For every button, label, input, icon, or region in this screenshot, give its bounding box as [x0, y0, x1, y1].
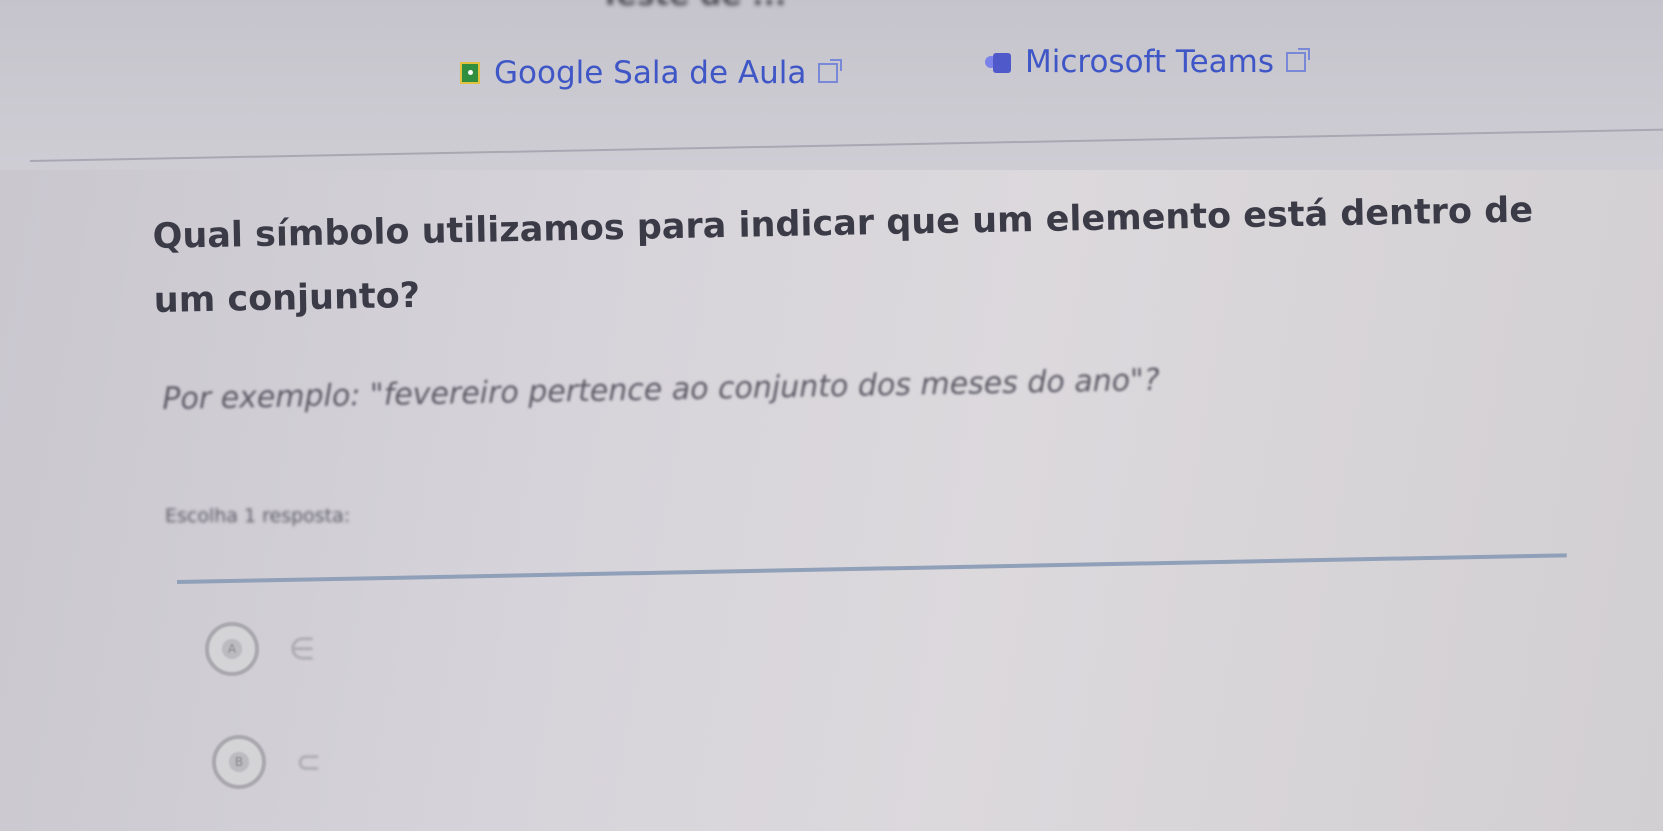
option-letter-b: B [234, 755, 244, 769]
option-symbol-b: ⊂ [296, 744, 322, 780]
radio-button-a[interactable]: A [205, 622, 259, 676]
external-link-icon [1286, 48, 1311, 72]
question-example: Por exemplo: "fevereiro pertence ao conj… [162, 362, 1161, 417]
external-link-icon [818, 59, 843, 83]
google-classroom-link[interactable]: Google Sala de Aula [460, 55, 843, 91]
answer-option-b[interactable]: B ⊂ [212, 735, 321, 789]
option-symbol-a: ∈ [289, 631, 316, 667]
option-letter-a: A [227, 642, 237, 656]
answers-divider [176, 553, 1567, 584]
microsoft-teams-label: Microsoft Teams [1025, 44, 1275, 80]
microsoft-teams-link[interactable]: Microsoft Teams [985, 44, 1311, 80]
answer-option-a[interactable]: A ∈ [205, 622, 315, 676]
teams-icon-square [993, 53, 1011, 73]
page-title: Teste de ... [600, 0, 1060, 12]
microsoft-teams-icon [985, 50, 1013, 74]
radio-button-b[interactable]: B [212, 735, 266, 789]
google-classroom-label: Google Sala de Aula [494, 55, 807, 91]
google-classroom-icon [460, 62, 480, 84]
answer-instruction: Escolha 1 resposta: [165, 505, 351, 527]
question-text: Qual símbolo utilizamos para indicar que… [152, 190, 1534, 321]
